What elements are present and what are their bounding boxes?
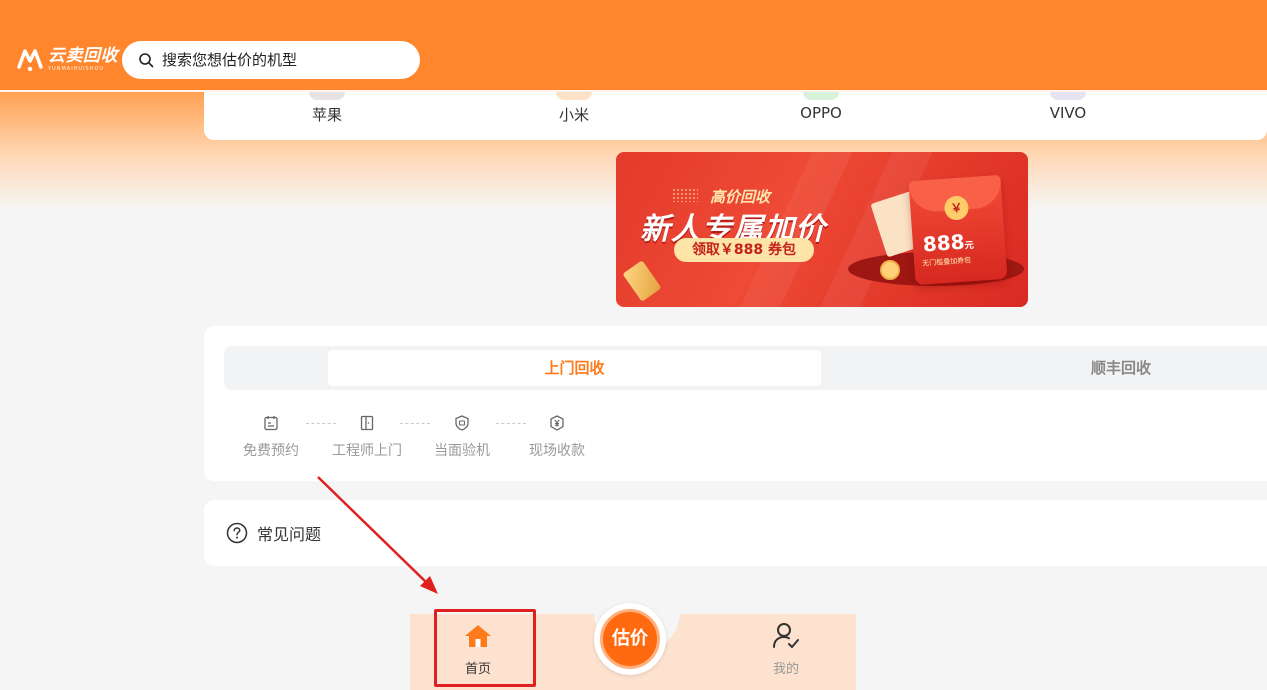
- door-icon: [360, 415, 374, 431]
- search-bar[interactable]: [122, 41, 420, 79]
- brand-list: 苹果 小米 OPPO VIVO: [204, 92, 1267, 140]
- brand-icon: [309, 92, 345, 100]
- brand-item-vivo[interactable]: VIVO: [1018, 92, 1118, 122]
- search-icon: [139, 53, 154, 68]
- logo-mark-icon: [17, 49, 43, 72]
- red-envelope-icon: ￥ 888元 无门槛叠加券包: [908, 174, 1008, 286]
- service-tabs: 上门回收 顺丰回收: [224, 346, 1267, 390]
- step-inspect: 当面验机: [417, 414, 507, 460]
- yuan-shield-icon: [550, 415, 564, 431]
- user-check-icon: [773, 623, 799, 648]
- shield-check-icon: [455, 415, 469, 431]
- gold-ticket-decoration: [622, 260, 662, 302]
- step-label: 当面验机: [434, 443, 490, 459]
- brand-label: OPPO: [800, 104, 842, 122]
- top-bar: 云卖回收 YUNMAIHUISHOU: [0, 0, 1267, 92]
- coin-icon: [880, 260, 900, 280]
- envelope-subtext: 无门槛叠加券包: [921, 256, 972, 268]
- calendar-icon: [264, 416, 278, 431]
- tab-door-recycle[interactable]: 上门回收: [328, 350, 821, 386]
- search-input[interactable]: [162, 51, 402, 69]
- envelope-amount-unit: 元: [964, 240, 975, 252]
- brand-label: 苹果: [311, 106, 342, 124]
- estimate-button[interactable]: 估价: [594, 603, 666, 675]
- envelope-seal: ￥: [943, 195, 970, 221]
- estimate-button-label: 估价: [600, 609, 660, 669]
- annotation-highlight-box: [434, 609, 536, 687]
- brand-label: VIVO: [1049, 104, 1087, 122]
- logo-text: 云卖回收: [48, 46, 118, 66]
- step-label: 工程师上门: [332, 443, 402, 459]
- logo-subtitle: YUNMAIHUISHOU: [48, 66, 105, 72]
- brand-icon: [803, 92, 839, 100]
- service-card: 上门回收 顺丰回收 免费预约 工程师上门 当面验机 现场收款: [204, 326, 1267, 481]
- envelope-amount-value: 888: [922, 229, 966, 257]
- brand-label: 小米: [558, 106, 589, 124]
- tab-sf-recycle[interactable]: 顺丰回收: [821, 350, 1267, 386]
- brand-item-xiaomi[interactable]: 小米: [524, 92, 624, 125]
- tab-mine[interactable]: 我的: [746, 620, 826, 677]
- tab-mine-label: 我的: [772, 662, 799, 677]
- brand-icon: [1050, 92, 1086, 100]
- faq-label: 常见问题: [257, 525, 322, 544]
- promo-banner[interactable]: 高价回收 新人专属加价 领取￥888 券包 ￥ 888元 无门槛叠加券包: [616, 152, 1028, 307]
- brand-icon: [556, 92, 592, 100]
- banner-dots-decoration: [672, 188, 698, 202]
- question-circle-icon: [226, 522, 248, 544]
- app-logo[interactable]: 云卖回收 YUNMAIHUISHOU: [16, 46, 118, 74]
- envelope-amount: 888元: [922, 229, 975, 257]
- step-label: 现场收款: [529, 443, 585, 459]
- brand-item-oppo[interactable]: OPPO: [771, 92, 871, 122]
- step-free-booking: 免费预约: [226, 414, 316, 460]
- step-engineer-visit: 工程师上门: [322, 414, 412, 460]
- brand-item-apple[interactable]: 苹果: [277, 92, 377, 125]
- faq-section[interactable]: 常见问题: [204, 500, 1267, 566]
- step-label: 免费预约: [243, 443, 299, 459]
- step-payment: 现场收款: [512, 414, 602, 460]
- banner-coupon-pill: 领取￥888 券包: [674, 238, 814, 262]
